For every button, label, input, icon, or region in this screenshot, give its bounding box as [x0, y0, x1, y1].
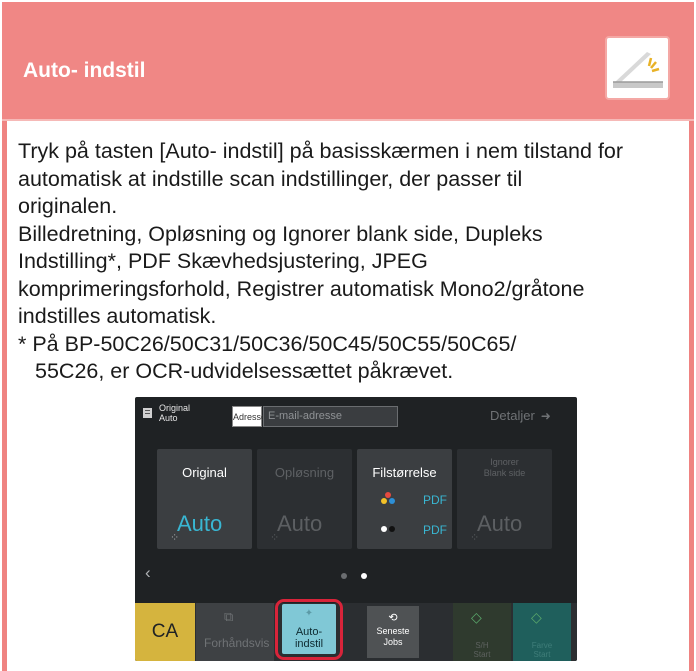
tile-label: Ignorer Blank side — [457, 457, 552, 479]
chevron-left-icon[interactable]: ‹ — [145, 563, 151, 583]
mono-start-line: Start — [473, 650, 491, 659]
clear-all-button[interactable]: CA — [135, 603, 195, 661]
tile-original[interactable]: Original Auto ⁘ — [157, 449, 252, 549]
auto-set-button[interactable]: ✦ Auto- indstil — [282, 604, 336, 654]
preview-button[interactable]: ⧉ Forhåndsvis — [196, 603, 274, 661]
auto-wand-icon: ⁘ — [170, 532, 180, 544]
page-indicator-dot — [341, 573, 347, 579]
tile-skip-blank[interactable]: Ignorer Blank side Auto ⁘ — [457, 449, 552, 549]
tile-value: Auto — [477, 511, 523, 536]
pdf-color-label: PDF — [423, 493, 447, 507]
paragraph-line: originalen. — [18, 194, 118, 218]
mono-dots-icon — [381, 522, 395, 536]
paragraph-line: Tryk på tasten [Auto- indstil] på basiss… — [18, 139, 624, 163]
auto-wand-icon: ✦ — [304, 608, 314, 619]
tile-value: Auto — [277, 511, 323, 536]
section-header: Auto- indstil — [2, 2, 694, 121]
description-text: Tryk på tasten [Auto- indstil] på basiss… — [18, 138, 683, 386]
color-dots-icon — [381, 492, 395, 506]
details-label: Detaljer — [490, 408, 535, 423]
tile-label: Original — [182, 465, 227, 480]
arrow-right-icon: ➜ — [540, 409, 551, 423]
paragraph-line: Billedretning, Opløsning og Ignorer blan… — [18, 221, 543, 246]
auto-set-line: indstil — [294, 638, 324, 650]
tile-label: Opløsning — [274, 465, 335, 480]
auto-wand-icon: ⁘ — [270, 532, 280, 544]
color-start-line: Farve — [531, 641, 553, 650]
recent-jobs-line: Jobs — [383, 637, 403, 647]
auto-wand-icon: ⁘ — [470, 532, 480, 544]
mono-start-label: S/H Start — [453, 641, 511, 659]
auto-set-line: Auto- — [295, 626, 323, 638]
preview-icon: ⧉ — [224, 609, 234, 624]
pdf-mono-label: PDF — [423, 523, 447, 537]
color-start-label: Farve Start — [513, 641, 571, 659]
document-icon — [143, 405, 155, 423]
tile-file-size[interactable]: Filstørrelse PDF PDF — [357, 449, 452, 549]
start-icon: ◇ — [531, 609, 542, 625]
auto-set-label: Auto- indstil — [282, 626, 336, 650]
history-icon: ⟲ — [388, 612, 398, 624]
screen-topbar: Original Auto Adresse E-mail-adresse Det… — [135, 397, 577, 433]
paragraph-line: automatisk at indstille scan indstilling… — [18, 166, 523, 191]
note-line: 55C26, er OCR-udvidelsessættet påkrævet. — [35, 359, 454, 383]
original-status-line: Original — [159, 403, 191, 413]
paragraph-line: indstilles automatisk. — [18, 304, 217, 328]
note-line: * På BP-50C26/50C31/50C36/50C45/50C55/50… — [18, 331, 517, 356]
tile-resolution[interactable]: Opløsning Auto ⁘ — [257, 449, 352, 549]
tile-label-line: Ignorer — [490, 457, 519, 467]
details-button[interactable]: Detaljer ➜ — [490, 406, 551, 426]
action-bar: CA ⧉ Forhåndsvis ◇ S/H Start ◇ Farve Sta… — [135, 603, 577, 661]
color-start-line: Start — [533, 650, 551, 659]
preview-label: Forhåndsvis — [204, 636, 270, 650]
page-indicator-dot-active — [361, 573, 367, 579]
section-title: Auto- indstil — [23, 59, 146, 82]
paragraph-line: komprimeringsforhold, Registrer automati… — [18, 276, 585, 301]
recent-jobs-button[interactable]: ⟲ Seneste Jobs — [367, 606, 419, 658]
tile-label-line: Blank side — [483, 468, 526, 478]
paragraph-line: Indstilling*, PDF Skævhedsjustering, JPE… — [18, 249, 428, 273]
scanner-auto-icon — [605, 36, 670, 100]
original-status-line: Auto — [159, 413, 178, 423]
email-input[interactable]: E-mail-adresse — [263, 406, 398, 427]
tile-value: Auto — [177, 511, 223, 536]
tile-label: Filstørrelse — [372, 465, 437, 480]
mono-start-button[interactable]: ◇ S/H Start — [453, 603, 511, 661]
start-icon: ◇ — [471, 609, 482, 625]
recent-jobs-line: Seneste — [376, 626, 410, 636]
original-status[interactable]: Original Auto — [159, 403, 190, 423]
recent-jobs-label: Seneste Jobs — [367, 626, 419, 648]
mono-start-line: S/H — [475, 641, 489, 650]
color-start-button[interactable]: ◇ Farve Start — [513, 603, 571, 661]
device-screen: Original Auto Adresse E-mail-adresse Det… — [135, 397, 577, 661]
address-button[interactable]: Adresse — [232, 406, 266, 427]
